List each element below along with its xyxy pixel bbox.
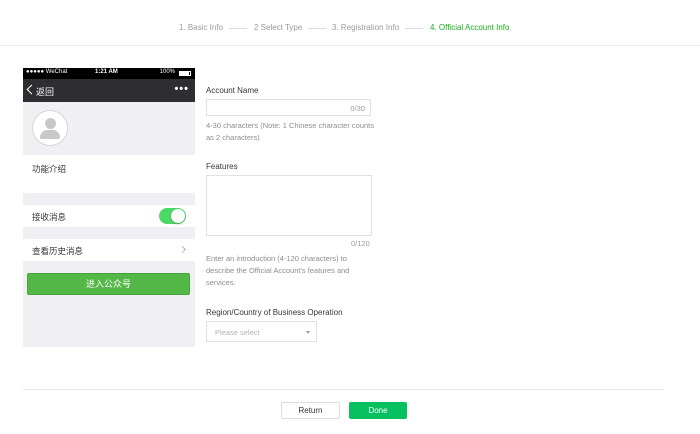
step-registration-info: 3. Registration Info <box>332 23 400 32</box>
step-select-type: 2 Select Type <box>254 23 303 32</box>
history-messages-row[interactable]: 查看历史消息 <box>23 239 195 261</box>
region-placeholder: Please select <box>215 328 260 337</box>
avatar-head-icon <box>45 118 56 129</box>
history-messages-label: 查看历史消息 <box>32 246 84 256</box>
footer-divider <box>23 389 664 390</box>
step-official-account-info: 4. Official Account Info <box>430 23 510 32</box>
features-counter: 0/120 <box>351 239 370 248</box>
more-dots-icon[interactable]: ••• <box>174 83 189 95</box>
enter-account-button[interactable]: 进入公众号 <box>27 273 190 295</box>
features-textarea[interactable] <box>206 175 372 236</box>
region-select[interactable]: Please select <box>206 321 317 342</box>
return-button[interactable]: Return <box>281 402 340 419</box>
done-button[interactable]: Done <box>349 402 407 419</box>
carrier-label: ●●●●● WeChat <box>26 69 68 75</box>
account-name-input[interactable]: 0/30 <box>206 99 371 116</box>
account-name-counter: 0/30 <box>350 104 365 113</box>
battery-icon <box>179 71 191 76</box>
chevron-down-icon <box>306 331 310 334</box>
receive-messages-label: 接收消息 <box>32 212 67 222</box>
step-basic-info: 1. Basic Info <box>179 23 224 32</box>
account-name-label: Account Name <box>206 86 259 95</box>
avatar-body-icon <box>40 130 60 139</box>
toggle-knob <box>171 209 185 223</box>
region-label: Region/Country of Business Operation <box>206 308 343 317</box>
account-name-hint: 4-30 characters (Note: 1 Chinese charact… <box>206 121 374 142</box>
profile-header <box>23 102 195 155</box>
back-label[interactable]: 返回 <box>36 85 54 98</box>
intro-row: 功能介绍 <box>23 155 195 193</box>
step-divider <box>308 28 326 29</box>
step-divider <box>405 28 423 29</box>
receive-messages-toggle[interactable] <box>159 208 186 224</box>
receive-messages-row: 接收消息 <box>23 205 195 227</box>
features-label: Features <box>206 162 238 171</box>
nav-bar: 返回 ••• <box>23 79 195 102</box>
avatar <box>32 110 68 146</box>
features-hint: Enter an introduction (4-120 characters)… <box>206 254 350 287</box>
intro-label: 功能介绍 <box>32 164 67 174</box>
chevron-right-icon <box>178 245 187 254</box>
back-icon[interactable] <box>26 84 37 95</box>
status-bar: ●●●●● WeChat 1:21 AM 100% <box>23 68 195 79</box>
step-divider <box>229 28 247 29</box>
status-time: 1:21 AM <box>95 69 118 75</box>
steps-header: 1. Basic Info 2 Select Type 3. Registrat… <box>0 0 700 46</box>
battery-percent: 100% <box>159 69 175 75</box>
phone-preview: ●●●●● WeChat 1:21 AM 100% 返回 ••• 功能介绍 接收… <box>23 68 195 347</box>
